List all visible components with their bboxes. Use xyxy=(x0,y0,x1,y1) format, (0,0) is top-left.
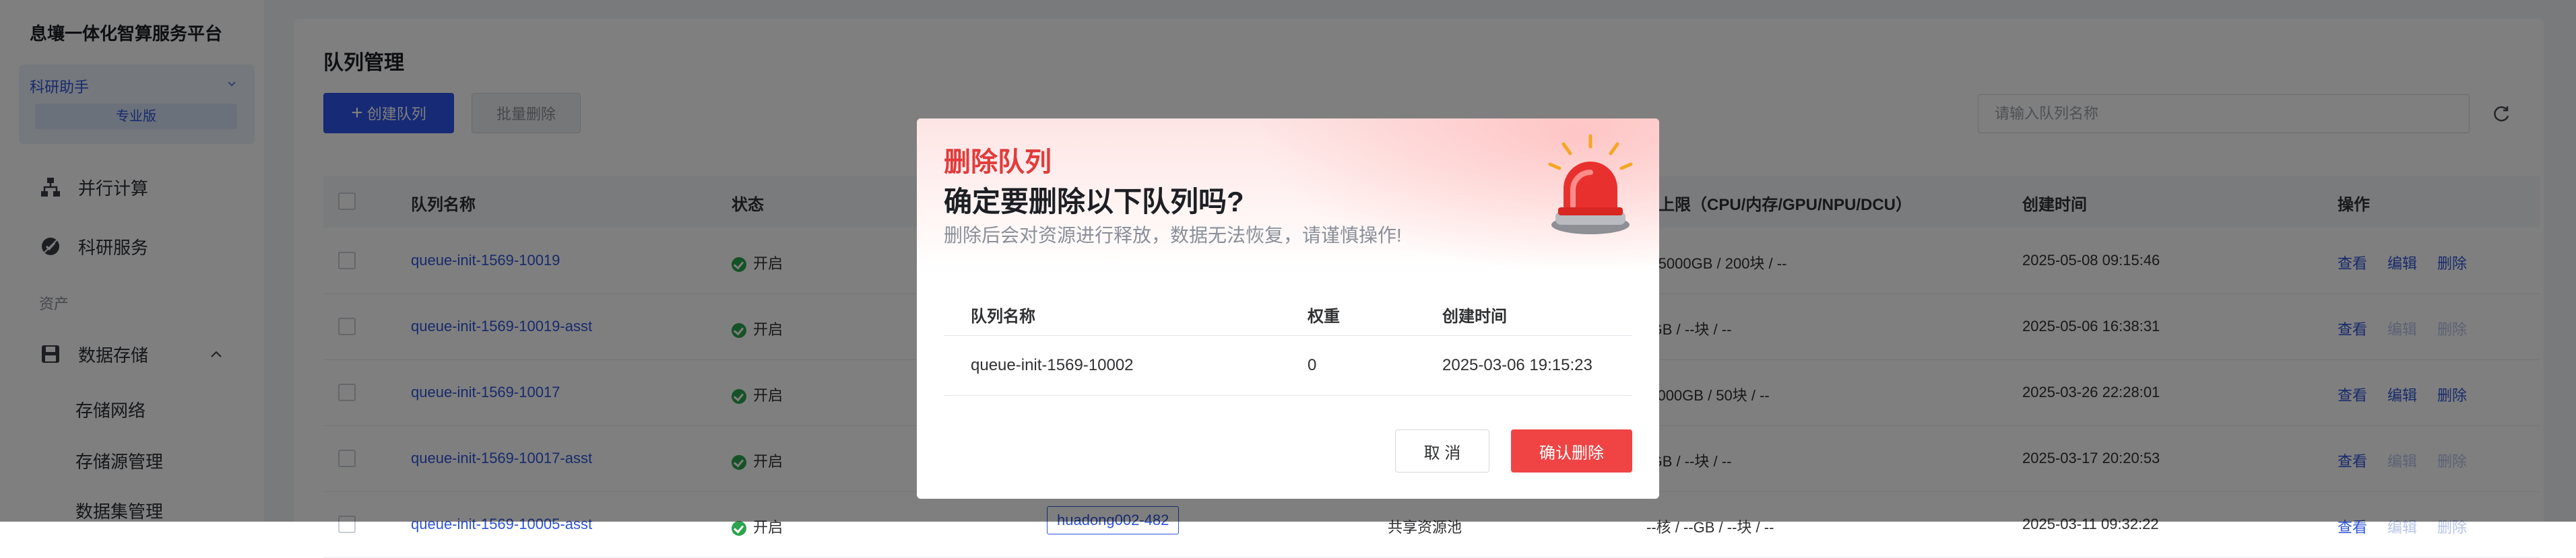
dialog-header-weight: 权重 xyxy=(1308,308,1340,326)
dialog-header-created: 创建时间 xyxy=(1442,308,1507,326)
dialog-title: 确定要删除以下队列吗? xyxy=(944,186,1244,217)
cancel-button[interactable]: 取 消 xyxy=(1395,429,1489,473)
dialog-queue-created: 2025-03-06 19:15:23 xyxy=(1442,356,1592,374)
delete-queue-dialog: 删除队列 确定要删除以下队列吗? 删除后会对资源进行释放，数据无法恢复，请谨慎操… xyxy=(917,118,1659,499)
dialog-warning-text: 删除后会对资源进行释放，数据无法恢复，请谨慎操作! xyxy=(944,225,1402,246)
dialog-header-name: 队列名称 xyxy=(971,308,1035,326)
dialog-table-row: queue-init-1569-10002 0 2025-03-06 19:15… xyxy=(944,336,1632,396)
dialog-table-header: 队列名称 权重 创建时间 xyxy=(944,287,1632,336)
dialog-queue-weight: 0 xyxy=(1308,356,1317,374)
dialog-queue-table: 队列名称 权重 创建时间 queue-init-1569-10002 0 202… xyxy=(944,287,1632,396)
dialog-queue-name: queue-init-1569-10002 xyxy=(971,356,1134,374)
alarm-light-icon xyxy=(1548,134,1633,234)
confirm-delete-button[interactable]: 确认删除 xyxy=(1511,429,1632,473)
dialog-tag: 删除队列 xyxy=(944,147,1052,177)
check-circle-icon xyxy=(732,521,746,536)
